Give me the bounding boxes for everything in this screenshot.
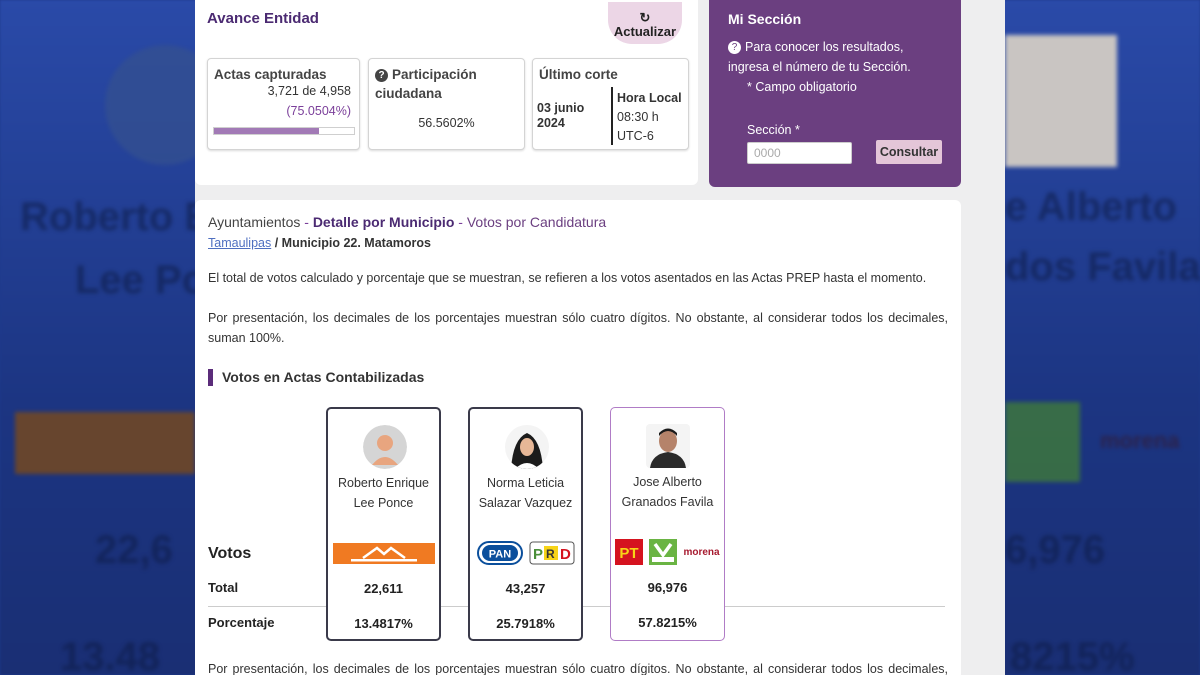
mi-seccion-info: ? Para conocer los resultados, ingresa el… [728, 37, 943, 97]
actas-count: 3,721 de 4,958 [267, 84, 351, 98]
candidate-name: Roberto Enrique Lee Ponce [337, 476, 430, 510]
section-title: Votos en Actas Contabilizadas [208, 369, 424, 386]
corte-timezone: UTC-6 [617, 129, 654, 143]
breadcrumb-separator: - [300, 214, 313, 230]
info-paragraph-1: El total de votos calculado y porcentaje… [208, 271, 927, 285]
bg-num-right: 6,976 [1005, 528, 1106, 572]
svg-text:PAN: PAN [488, 549, 510, 561]
candidate-total: 96,976 [647, 580, 688, 595]
participacion-box: ? Participación ciudadana 56.5602% [368, 58, 525, 150]
corte-divider [611, 87, 613, 145]
bg-pct-left: 13.48 [60, 635, 161, 675]
party-logos: PAN P R D [470, 540, 581, 566]
corte-date: 03 junio 2024 [537, 101, 585, 130]
candidate-name: Jose Alberto Granados Favila [621, 475, 714, 509]
question-icon[interactable]: ? [375, 69, 388, 82]
breadcrumb: Ayuntamientos - Detalle por Municipio - … [208, 214, 606, 230]
breadcrumb-ayuntamientos[interactable]: Ayuntamientos [208, 214, 300, 230]
actas-progress-bar [213, 127, 355, 135]
prd-logo-icon: P R D [529, 541, 574, 565]
candidate-photo [646, 424, 690, 468]
candidate-percentage: 25.7918% [496, 616, 555, 631]
info-paragraph-2: Por presentación, los decimales de los p… [208, 311, 948, 345]
participacion-title-wrap: ? Participación ciudadana [375, 65, 515, 103]
mi-seccion-info-text: Para conocer los resultados, ingresa el … [728, 40, 911, 74]
candidate-card[interactable]: Jose Alberto Granados Favila PT morena 9… [610, 407, 725, 641]
actas-title: Actas capturadas [214, 67, 327, 82]
detalle-municipio-card: Ayuntamientos - Detalle por Municipio - … [195, 200, 961, 675]
candidate-percentage: 13.4817% [354, 616, 413, 631]
candidate-total: 22,611 [363, 581, 404, 596]
participacion-title: Participación ciudadana [375, 67, 477, 101]
verde-logo-icon [649, 539, 678, 565]
bg-photo-right [1005, 35, 1117, 167]
svg-text:R: R [546, 547, 555, 561]
pan-logo-icon: PAN [476, 541, 523, 565]
bg-morena: morena [1100, 428, 1180, 453]
svg-text:D: D [560, 546, 571, 563]
seccion-input[interactable] [747, 142, 852, 164]
svg-text:P: P [533, 546, 543, 563]
bg-num-left: 22,6 [95, 528, 173, 572]
consultar-button[interactable]: Consultar [876, 140, 942, 164]
avatar-placeholder-icon [363, 425, 407, 469]
mi-seccion-title: Mi Sección [728, 11, 802, 27]
party-logos [328, 540, 439, 566]
refresh-button[interactable]: ↻ Actualizar [608, 2, 682, 44]
location-path: Tamaulipas / Municipio 22. Matamoros [208, 236, 431, 250]
breadcrumb-separator: - [454, 214, 467, 230]
svg-text:PT: PT [620, 545, 639, 562]
bg-logo-verde [1005, 402, 1080, 482]
corte-hora-label: Hora Local [617, 91, 682, 105]
candidate-card[interactable]: Norma Leticia Salazar Vazquez PAN P R D … [468, 407, 583, 641]
corte-time: 08:30 h [617, 110, 659, 124]
avance-title: Avance Entidad [207, 10, 319, 27]
candidate-percentage: 57.8215% [638, 615, 697, 630]
pt-logo-icon: PT [615, 539, 644, 565]
seccion-label: Sección * [747, 123, 800, 137]
breadcrumb-votos-candidatura: Votos por Candidatura [466, 214, 607, 230]
party-logos: PT morena [611, 539, 724, 565]
municipio-name: / Municipio 22. Matamoros [271, 236, 431, 250]
bg-pct-right: 8215% [1010, 635, 1135, 675]
avance-entidad-card: Avance Entidad ↻ Actualizar Actas captur… [195, 0, 698, 185]
actas-percentage: (75.0504%) [286, 104, 351, 118]
morena-logo-icon: morena [683, 546, 720, 558]
tamaulipas-link[interactable]: Tamaulipas [208, 236, 271, 250]
row-label-votos: Votos [208, 545, 252, 562]
refresh-label: Actualizar [613, 23, 677, 39]
info-paragraph-3: Por presentación, los decimales de los p… [208, 662, 948, 675]
breadcrumb-detalle: Detalle por Municipio [312, 214, 455, 230]
candidate-card[interactable]: Roberto Enrique Lee Ponce 22,611 13.4817… [326, 407, 441, 641]
actas-capturadas-box: Actas capturadas 3,721 de 4,958 (75.0504… [207, 58, 360, 150]
question-icon: ? [728, 41, 741, 54]
corte-time-block: Hora Local 08:30 h UTC-6 [617, 89, 682, 146]
actas-progress-fill [214, 128, 320, 134]
candidate-total: 43,257 [505, 581, 546, 596]
mc-logo-icon [332, 542, 435, 564]
bg-name-right-1: e Alberto [1005, 185, 1177, 229]
corte-title: Último corte [539, 67, 618, 82]
row-label-porcentaje: Porcentaje [208, 615, 275, 630]
required-note: * Campo obligatorio [747, 80, 857, 94]
mi-seccion-panel: Mi Sección ? Para conocer los resultados,… [709, 0, 961, 187]
candidate-photo [505, 425, 549, 469]
participacion-value: 56.5602% [418, 116, 475, 130]
bg-logo-mc [15, 412, 195, 474]
ultimo-corte-box: Último corte 03 junio 2024 Hora Local 08… [532, 58, 689, 150]
row-label-total: Total [208, 580, 239, 595]
prep-page: Avance Entidad ↻ Actualizar Actas captur… [195, 0, 1005, 675]
bg-name-right-2: dos Favila [1005, 245, 1200, 289]
candidate-name: Norma Leticia Salazar Vazquez [478, 476, 573, 510]
refresh-icon: ↻ [639, 9, 651, 25]
bg-name-left-2: Lee Po [75, 258, 207, 302]
bg-name-left-1: Roberto E [20, 195, 212, 239]
